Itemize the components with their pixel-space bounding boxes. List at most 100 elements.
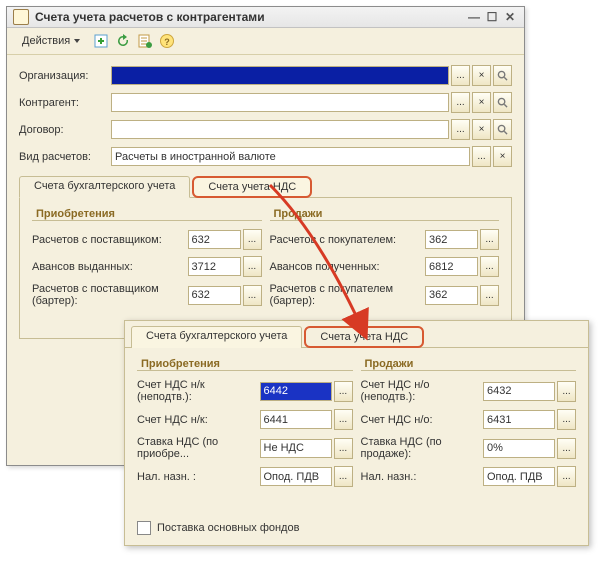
advances-recv-ellipsis-button[interactable]: ... bbox=[480, 256, 499, 277]
contract-ellipsis-button[interactable]: ... bbox=[451, 119, 470, 140]
dropdown-triangle bbox=[74, 39, 80, 43]
actions-label: Действия bbox=[22, 35, 70, 47]
contract-label: Договор: bbox=[19, 124, 111, 136]
buyer-input[interactable]: 362 bbox=[425, 230, 478, 249]
app-icon bbox=[13, 9, 29, 25]
tab-vat[interactable]: Счета учета НДС bbox=[192, 176, 312, 198]
vat-acq-legend: Приобретения bbox=[137, 358, 353, 370]
contract-search-button[interactable] bbox=[493, 119, 512, 140]
advances-recv-input[interactable]: 6812 bbox=[425, 257, 478, 276]
calc-type-clear-button[interactable]: × bbox=[493, 146, 512, 167]
row-org: Организация: ... × bbox=[19, 65, 512, 86]
vat-rate-acq-label: Ставка НДС (по приобре... bbox=[137, 436, 260, 460]
vat-rate-acq-ellipsis[interactable]: ... bbox=[334, 438, 353, 459]
contragent-ellipsis-button[interactable]: ... bbox=[451, 92, 470, 113]
org-clear-button[interactable]: × bbox=[472, 65, 491, 86]
vat-nal-acq-label: Нал. назн. : bbox=[137, 471, 260, 483]
vat-no-unconf-ellipsis[interactable]: ... bbox=[557, 381, 576, 402]
vat-nk-input[interactable]: 6441 bbox=[260, 410, 332, 429]
contragent-input[interactable] bbox=[111, 93, 449, 112]
advances-issued-label: Авансов выданных: bbox=[32, 261, 188, 273]
org-label: Организация: bbox=[19, 70, 111, 82]
search-icon bbox=[497, 70, 508, 81]
buyer-barter-input[interactable]: 362 bbox=[425, 286, 478, 305]
org-input[interactable] bbox=[111, 66, 449, 85]
contract-clear-button[interactable]: × bbox=[472, 119, 491, 140]
contragent-clear-button[interactable]: × bbox=[472, 92, 491, 113]
supplier-input[interactable]: 632 bbox=[188, 230, 241, 249]
minimize-button[interactable]: — bbox=[466, 10, 482, 25]
vat-rate-sales-label: Ставка НДС (по продаже): bbox=[361, 436, 484, 460]
contragent-search-button[interactable] bbox=[493, 92, 512, 113]
fixed-assets-label: Поставка основных фондов bbox=[157, 522, 299, 534]
org-ellipsis-button[interactable]: ... bbox=[451, 65, 470, 86]
add-record-icon[interactable] bbox=[93, 33, 109, 49]
buyer-barter-ellipsis-button[interactable]: ... bbox=[480, 285, 499, 306]
advances-recv-label: Авансов полученных: bbox=[270, 261, 426, 273]
fixed-assets-row: Поставка основных фондов bbox=[137, 521, 576, 535]
group-acquisitions: Приобретения Расчетов с поставщиком: 632… bbox=[32, 208, 262, 328]
titlebar: Счета учета расчетов с контрагентами — ☐… bbox=[7, 7, 524, 28]
vat-nal-acq-ellipsis[interactable]: ... bbox=[334, 466, 353, 487]
vat-nal-acq-input[interactable]: Опод. ПДВ bbox=[260, 467, 332, 486]
vat-no-ellipsis[interactable]: ... bbox=[557, 409, 576, 430]
vat-rate-sales-ellipsis[interactable]: ... bbox=[557, 438, 576, 459]
vat-sales-legend: Продажи bbox=[361, 358, 577, 370]
window-title: Счета учета расчетов с контрагентами bbox=[35, 10, 464, 24]
maximize-button[interactable]: ☐ bbox=[484, 10, 500, 25]
org-search-button[interactable] bbox=[493, 65, 512, 86]
vat-panel: Счета бухгалтерского учета Счета учета Н… bbox=[124, 320, 589, 546]
supplier-barter-label: Расчетов с поставщиком (бартер): bbox=[32, 283, 188, 307]
supplier-ellipsis-button[interactable]: ... bbox=[243, 229, 262, 250]
vat-group-sales: Продажи Счет НДС н/о (неподтв.): 6432 ..… bbox=[361, 358, 577, 493]
search-icon bbox=[497, 124, 508, 135]
row-calc-type: Вид расчетов: Расчеты в иностранной валю… bbox=[19, 146, 512, 167]
vat-rate-sales-input[interactable]: 0% bbox=[483, 439, 555, 458]
calc-type-value: Расчеты в иностранной валюте bbox=[115, 151, 276, 163]
help-icon[interactable]: ? bbox=[159, 33, 175, 49]
vat-nk-ellipsis[interactable]: ... bbox=[334, 409, 353, 430]
calc-type-input[interactable]: Расчеты в иностранной валюте bbox=[111, 147, 470, 166]
vat-nk-unconf-input[interactable]: 6442 bbox=[260, 382, 332, 401]
supplier-label: Расчетов с поставщиком: bbox=[32, 234, 188, 246]
buyer-barter-label: Расчетов с покупателем (бартер): bbox=[270, 283, 426, 307]
acquisitions-legend: Приобретения bbox=[32, 208, 262, 220]
tab-accounting[interactable]: Счета бухгалтерского учета bbox=[19, 176, 190, 198]
vat-nal-sales-label: Нал. назн.: bbox=[361, 471, 484, 483]
advances-issued-input[interactable]: 3712 bbox=[188, 257, 241, 276]
sales-legend: Продажи bbox=[270, 208, 500, 220]
form-content: Организация: ... × Контрагент: ... × Дог… bbox=[7, 55, 524, 351]
row-contract: Договор: ... × bbox=[19, 119, 512, 140]
fixed-assets-checkbox[interactable] bbox=[137, 521, 151, 535]
vat-rate-acq-input[interactable]: Не НДС bbox=[260, 439, 332, 458]
tab-vat-2[interactable]: Счета учета НДС bbox=[304, 326, 424, 348]
close-button[interactable]: ✕ bbox=[502, 10, 518, 25]
supplier-barter-ellipsis-button[interactable]: ... bbox=[243, 285, 262, 306]
tabs-lower: Счета бухгалтерского учета Счета учета Н… bbox=[125, 321, 588, 347]
contragent-label: Контрагент: bbox=[19, 97, 111, 109]
calc-type-ellipsis-button[interactable]: ... bbox=[472, 146, 491, 167]
vat-group-acquisitions: Приобретения Счет НДС н/к (неподтв.): 64… bbox=[137, 358, 353, 493]
settings-list-icon[interactable] bbox=[137, 33, 153, 49]
vat-nal-sales-ellipsis[interactable]: ... bbox=[557, 466, 576, 487]
vat-no-unconf-input[interactable]: 6432 bbox=[483, 382, 555, 401]
advances-issued-ellipsis-button[interactable]: ... bbox=[243, 256, 262, 277]
vat-no-unconf-label: Счет НДС н/о (неподтв.): bbox=[361, 379, 484, 403]
tab-accounting-2[interactable]: Счета бухгалтерского учета bbox=[131, 326, 302, 348]
row-contragent: Контрагент: ... × bbox=[19, 92, 512, 113]
calc-type-label: Вид расчетов: bbox=[19, 151, 111, 163]
supplier-barter-input[interactable]: 632 bbox=[188, 286, 241, 305]
search-icon bbox=[497, 97, 508, 108]
group-sales: Продажи Расчетов с покупателем: 362 ... … bbox=[270, 208, 500, 328]
tabpanel-vat: Приобретения Счет НДС н/к (неподтв.): 64… bbox=[125, 347, 588, 545]
vat-no-input[interactable]: 6431 bbox=[483, 410, 555, 429]
refresh-icon[interactable] bbox=[115, 33, 131, 49]
svg-text:?: ? bbox=[164, 37, 170, 47]
vat-nal-sales-input[interactable]: Опод. ПДВ bbox=[483, 467, 555, 486]
actions-menu[interactable]: Действия bbox=[15, 32, 87, 50]
buyer-ellipsis-button[interactable]: ... bbox=[480, 229, 499, 250]
vat-nk-unconf-ellipsis[interactable]: ... bbox=[334, 381, 353, 402]
vat-nk-label: Счет НДС н/к: bbox=[137, 414, 260, 426]
contract-input[interactable] bbox=[111, 120, 449, 139]
tabs-upper: Счета бухгалтерского учета Счета учета Н… bbox=[19, 175, 512, 197]
